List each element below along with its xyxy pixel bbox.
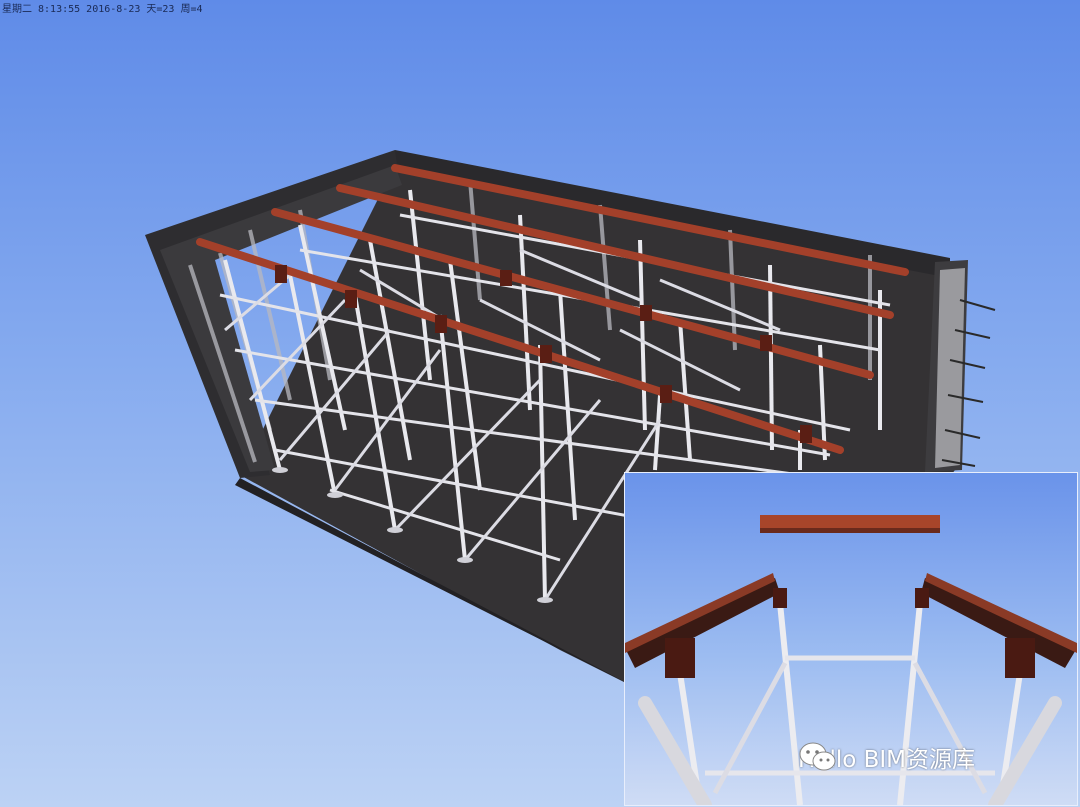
right-wall-edge: [935, 268, 965, 468]
right-beam: [921, 578, 1077, 668]
3d-viewport[interactable]: 星期二 8:13:55 2016-8-23 天=23 周=4 Hello BIM…: [0, 0, 1080, 807]
wechat-icon: [799, 742, 836, 771]
watermark: Hello BIM资源库: [798, 740, 975, 774]
left-beam: [625, 578, 780, 668]
